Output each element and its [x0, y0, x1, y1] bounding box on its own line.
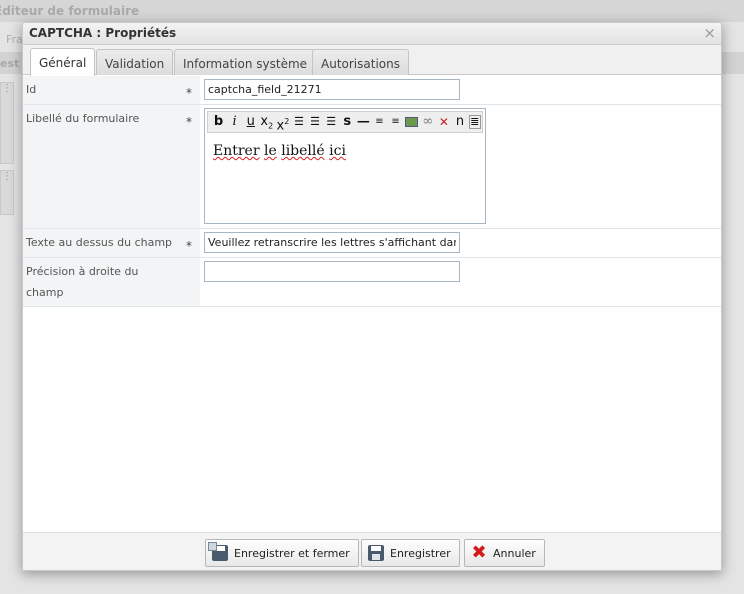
strikethrough-icon[interactable]: s [340, 114, 355, 130]
field-label: Libellé du formulaire * [23, 105, 200, 228]
app-toolbar-text: Fra [6, 33, 23, 46]
tab-permissions[interactable]: Autorisations [312, 49, 409, 75]
ordered-list-icon[interactable]: ≡ [372, 114, 387, 130]
unlink-icon[interactable]: ✕ [436, 114, 451, 130]
id-input[interactable] [204, 79, 460, 100]
app-title: Éditeur de formulaire [0, 4, 140, 18]
required-mark: * [186, 86, 192, 100]
save-close-label: Enregistrer et fermer [234, 546, 350, 560]
dialog-title: CAPTCHA : Propriétés [29, 26, 177, 40]
save-close-icon [208, 542, 228, 561]
image-icon[interactable] [404, 114, 419, 130]
row-form-label: Libellé du formulaire * b i u x2 x2 ☰ ☰ … [23, 105, 721, 229]
drag-handle[interactable]: ⋮ [0, 82, 14, 164]
row-precision-right: Précision à droite du champ [23, 258, 721, 307]
row-id: Id * [23, 76, 721, 105]
row-text-above: Texte au dessus du champ * [23, 229, 721, 258]
text-above-input[interactable] [204, 232, 460, 253]
field-label: Précision à droite du champ [23, 258, 200, 306]
precision-right-label: Précision à droite du champ [26, 265, 139, 299]
dialog-footer: Enregistrer et fermer Enregistrer ✖ Annu… [23, 532, 721, 570]
align-left-icon[interactable]: ☰ [291, 114, 306, 130]
rich-text-editor: b i u x2 x2 ☰ ☰ ☰ s — ≡ ≡ ∞ ✕ n ≣ Entrer… [204, 108, 486, 224]
app-title-bar: Éditeur de formulaire [0, 0, 744, 22]
editor-text: Entrer le libellé ici [213, 143, 346, 159]
tab-general[interactable]: Général [30, 48, 96, 76]
save-icon [368, 545, 384, 561]
save-button[interactable]: Enregistrer [361, 539, 460, 567]
tab-validation[interactable]: Validation [96, 49, 174, 75]
tab-system-info[interactable]: Information système [174, 49, 317, 75]
close-icon[interactable]: × [703, 24, 716, 42]
unordered-list-icon[interactable]: ≡ [388, 114, 403, 130]
superscript-icon[interactable]: x2 [275, 114, 290, 133]
dialog-header: CAPTCHA : Propriétés × [23, 23, 721, 45]
italic-icon[interactable]: i [227, 114, 242, 130]
properties-form: Id * Libellé du formulaire * b i u x2 [23, 76, 721, 307]
align-right-icon[interactable]: ☰ [324, 114, 339, 130]
properties-dialog: CAPTCHA : Propriétés × Général Validatio… [22, 22, 722, 571]
editor-toolbar: b i u x2 x2 ☰ ☰ ☰ s — ≡ ≡ ∞ ✕ n ≣ [207, 111, 483, 133]
form-label-label: Libellé du formulaire [26, 112, 140, 125]
precision-right-input[interactable] [204, 261, 460, 282]
align-justify-icon[interactable]: ☰ [308, 114, 323, 130]
special-char-icon[interactable]: n [452, 114, 467, 130]
link-icon[interactable]: ∞ [420, 114, 435, 130]
id-label: Id [26, 83, 37, 96]
subscript-icon[interactable]: x2 [259, 114, 274, 131]
editor-content[interactable]: Entrer le libellé ici [205, 133, 485, 169]
field-label: Id * [23, 76, 200, 104]
field-label: Texte au dessus du champ * [23, 229, 200, 257]
save-close-button[interactable]: Enregistrer et fermer [205, 539, 359, 567]
required-mark: * [186, 115, 192, 129]
cancel-button[interactable]: ✖ Annuler [464, 539, 545, 567]
text-above-label: Texte au dessus du champ [26, 236, 173, 249]
tab-bar: Général Validation Information système A… [23, 45, 721, 76]
app-strip-text: est [0, 57, 20, 70]
cancel-icon: ✖ [471, 542, 487, 563]
horizontal-rule-icon[interactable]: — [356, 114, 371, 130]
drag-handle[interactable]: ⋮ [0, 170, 14, 215]
source-icon[interactable]: ≣ [468, 115, 481, 129]
underline-icon[interactable]: u [243, 114, 258, 130]
required-mark: * [186, 239, 192, 253]
save-label: Enregistrer [390, 546, 451, 560]
bold-icon[interactable]: b [211, 114, 226, 130]
cancel-label: Annuler [493, 546, 536, 560]
